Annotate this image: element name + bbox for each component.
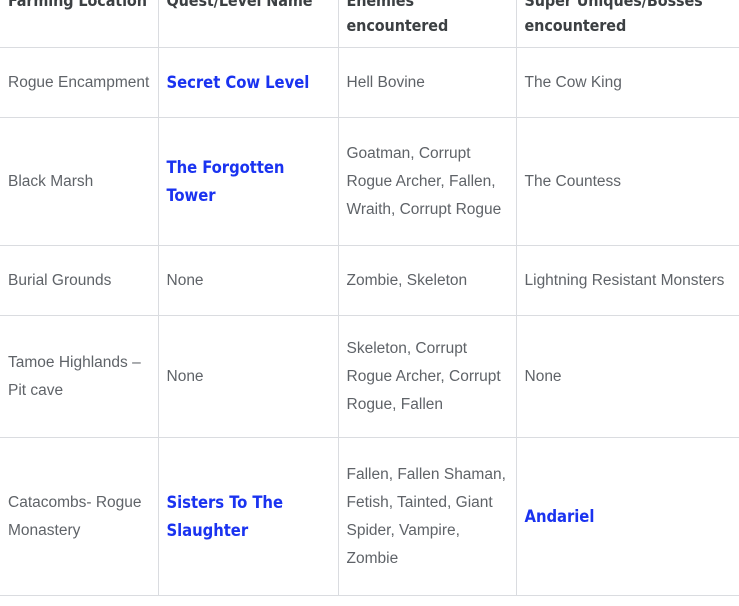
cell-farming-location: Tamoe Highlands – Pit cave [0, 315, 159, 438]
cell-quest-level-name: None [158, 245, 339, 316]
cell-super-uniques-bosses: None [516, 315, 739, 438]
column-header-super-uniques-bosses: Super Uniques/Bosses encountered [516, 0, 739, 48]
table-body: Rogue Encampment Secret Cow Level Hell B… [0, 47, 739, 596]
table-header-row: Farming Location Quest/Level Name Enemie… [0, 0, 739, 48]
cell-enemies-encountered: Fallen, Fallen Shaman, Fetish, Tainted, … [338, 437, 517, 596]
cell-farming-location: Black Marsh [0, 117, 159, 246]
cell-enemies-encountered: Hell Bovine [338, 47, 517, 118]
cell-farming-location: Burial Grounds [0, 245, 159, 316]
cell-quest-level-name-link[interactable]: The Forgotten Tower [158, 117, 339, 246]
table-row: Black Marsh The Forgotten Tower Goatman,… [0, 117, 739, 246]
cell-farming-location: Catacombs- Rogue Monastery [0, 437, 159, 596]
cell-quest-level-name: None [158, 315, 339, 438]
table-row: Burial Grounds None Zombie, Skeleton Lig… [0, 245, 739, 316]
cell-farming-location: Rogue Encampment [0, 47, 159, 118]
cell-enemies-encountered: Goatman, Corrupt Rogue Archer, Fallen, W… [338, 117, 517, 246]
column-header-enemies-encountered: Enemies encountered [338, 0, 517, 48]
table-header: Farming Location Quest/Level Name Enemie… [0, 0, 739, 48]
cell-super-uniques-bosses-link[interactable]: Andariel [516, 437, 739, 596]
cell-enemies-encountered: Skeleton, Corrupt Rogue Archer, Corrupt … [338, 315, 517, 438]
table-row: Tamoe Highlands – Pit cave None Skeleton… [0, 315, 739, 438]
cell-quest-level-name-link[interactable]: Secret Cow Level [158, 47, 339, 118]
column-header-quest-level-name: Quest/Level Name [158, 0, 339, 48]
cell-enemies-encountered: Zombie, Skeleton [338, 245, 517, 316]
column-header-farming-location: Farming Location [0, 0, 159, 48]
table-row: Rogue Encampment Secret Cow Level Hell B… [0, 47, 739, 118]
farming-table: Farming Location Quest/Level Name Enemie… [0, 0, 739, 596]
farming-table-container: Farming Location Quest/Level Name Enemie… [0, 0, 739, 596]
cell-super-uniques-bosses: The Countess [516, 117, 739, 246]
cell-super-uniques-bosses: Lightning Resistant Monsters [516, 245, 739, 316]
cell-super-uniques-bosses: The Cow King [516, 47, 739, 118]
table-row: Catacombs- Rogue Monastery Sisters To Th… [0, 437, 739, 596]
cell-quest-level-name-link[interactable]: Sisters To The Slaughter [158, 437, 339, 596]
